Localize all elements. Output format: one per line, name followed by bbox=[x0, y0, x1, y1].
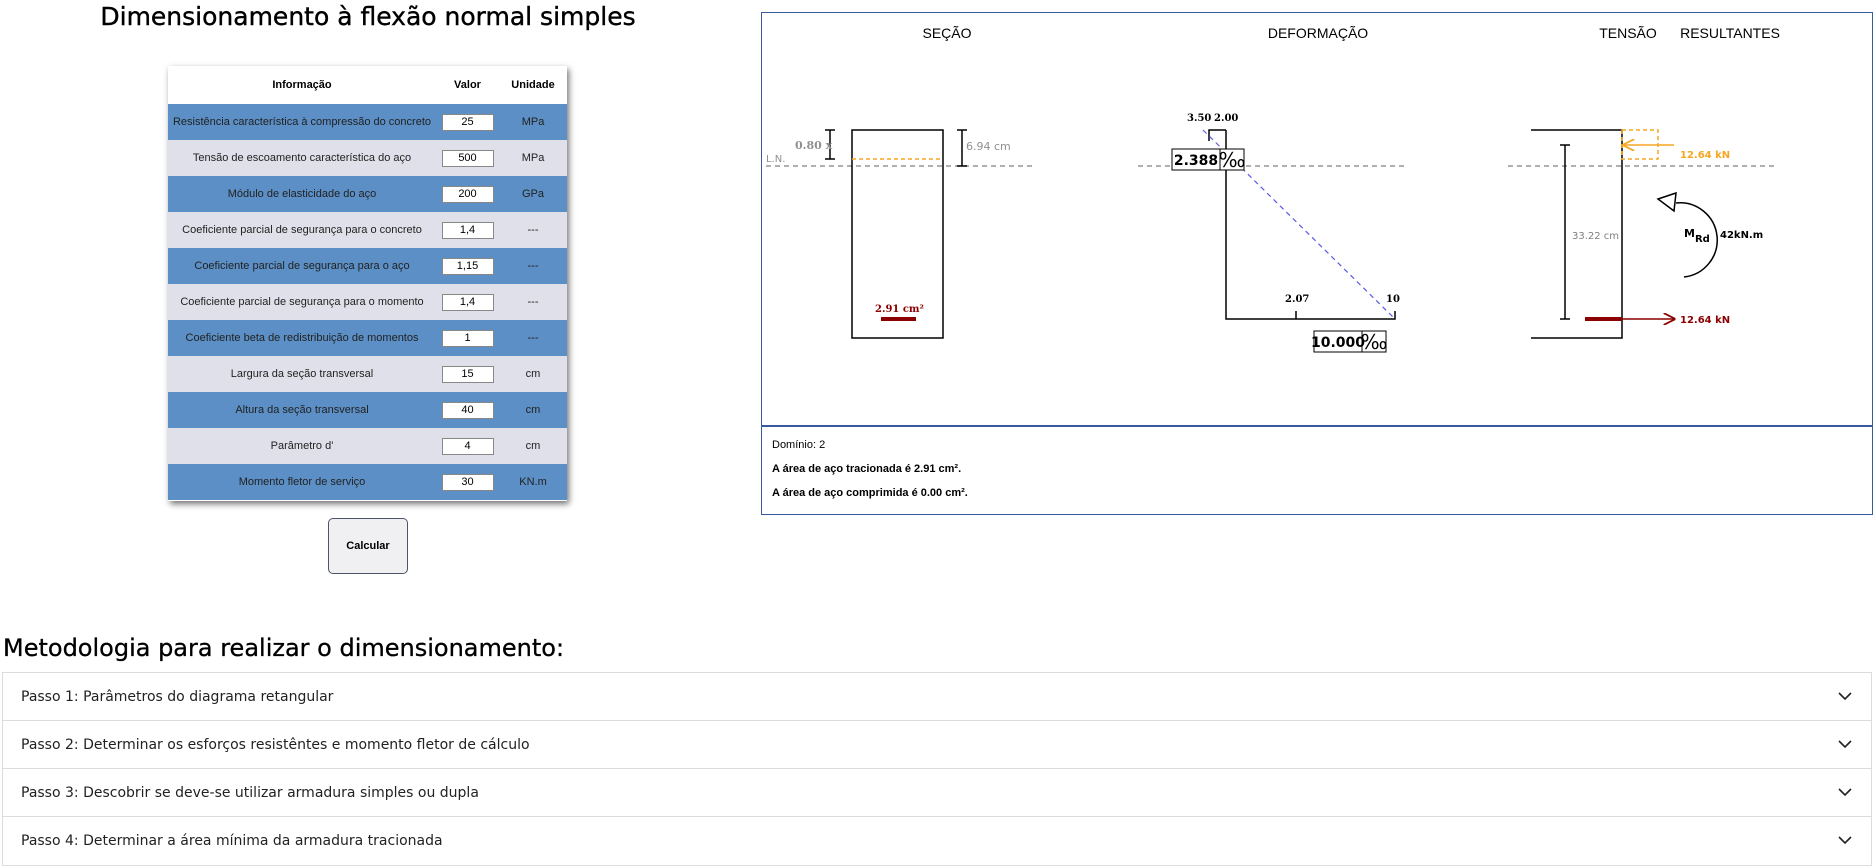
beta-input[interactable] bbox=[441, 329, 494, 347]
dominio-text: Domínio: 2 bbox=[772, 439, 826, 451]
row-label: Parâmetro d' bbox=[168, 428, 436, 464]
diagram-panel: SEÇÃO DEFORMAÇÃO TENSÃO RESULTANTES 0.80… bbox=[761, 12, 1873, 515]
table-row: Resistência característica à compressão … bbox=[168, 104, 567, 140]
accordion-label: Passo 3: Descobrir se deve-se utilizar a… bbox=[21, 785, 479, 801]
strain-top-left: 3.50 bbox=[1187, 113, 1211, 124]
width-input[interactable] bbox=[441, 365, 494, 383]
accordion-label: Passo 2: Determinar os esforços resistên… bbox=[21, 737, 530, 753]
row-unit: --- bbox=[499, 320, 567, 356]
strain-bottom-right: 10 bbox=[1386, 294, 1400, 305]
accordion-label: Passo 1: Parâmetros do diagrama retangul… bbox=[21, 689, 334, 705]
ln-label: L.N. bbox=[766, 154, 785, 165]
accordion-step-3[interactable]: Passo 3: Descobrir se deve-se utilizar a… bbox=[3, 769, 1871, 817]
strain-box-bottom-unit: ‰ bbox=[1361, 330, 1388, 354]
tensao-diagram: 33.22 cm 12.64 kN 12.64 kN MRd 42kN.m bbox=[1508, 129, 1774, 339]
force-bottom-label: 12.64 kN bbox=[1680, 315, 1730, 326]
deformacao-diagram: 3.50 2.00 2.07 10 2.388 ‰ 10.000 ‰ bbox=[1138, 113, 1407, 354]
accordion-step-4[interactable]: Passo 4: Determinar a área mínima da arm… bbox=[3, 817, 1871, 865]
es-input[interactable] bbox=[441, 185, 494, 203]
row-unit: KN.m bbox=[499, 464, 567, 500]
chevron-down-icon bbox=[1838, 692, 1852, 701]
row-unit: cm bbox=[499, 428, 567, 464]
row-label: Coeficiente parcial de segurança para o … bbox=[168, 212, 436, 248]
table-row: Momento fletor de serviço KN.m bbox=[168, 464, 567, 500]
strain-top-right: 2.00 bbox=[1214, 113, 1238, 124]
table-row: Largura da seção transversal cm bbox=[168, 356, 567, 392]
row-unit: MPa bbox=[499, 104, 567, 140]
chevron-down-icon bbox=[1838, 836, 1852, 845]
force-top-label: 12.64 kN bbox=[1680, 150, 1730, 161]
row-label: Momento fletor de serviço bbox=[168, 464, 436, 500]
header-valor: Valor bbox=[454, 79, 481, 91]
moment-value: 42kN.m bbox=[1720, 230, 1763, 241]
strain-bottom-left: 2.07 bbox=[1285, 294, 1309, 305]
table-row: Coeficiente beta de redistribuição de mo… bbox=[168, 320, 567, 356]
row-unit: --- bbox=[499, 212, 567, 248]
gamma-s-input[interactable] bbox=[441, 257, 494, 275]
row-label: Largura da seção transversal bbox=[168, 356, 436, 392]
methodology-accordion: Passo 1: Parâmetros do diagrama retangul… bbox=[2, 672, 1872, 866]
title-secao: SEÇÃO bbox=[922, 25, 971, 41]
moment-label: MRd bbox=[1684, 227, 1710, 245]
strain-box-top-unit: ‰ bbox=[1219, 148, 1246, 172]
chevron-down-icon bbox=[1838, 788, 1852, 797]
input-table: Informação Valor Unidade Resistência car… bbox=[168, 66, 567, 501]
title-resultantes: RESULTANTES bbox=[1680, 25, 1780, 41]
table-row: Altura da seção transversal cm bbox=[168, 392, 567, 428]
calcular-button[interactable]: Calcular bbox=[328, 518, 408, 574]
tension-area-text: A área de aço tracionada é 2.91 cm². bbox=[772, 463, 962, 475]
header-informacao: Informação bbox=[272, 79, 332, 91]
table-row: Tensão de escoamento característica do a… bbox=[168, 140, 567, 176]
height-input[interactable] bbox=[441, 401, 494, 419]
row-label: Coeficiente beta de redistribuição de mo… bbox=[168, 320, 436, 356]
gamma-m-input[interactable] bbox=[441, 293, 494, 311]
moment-input[interactable] bbox=[441, 473, 494, 491]
row-label: Tensão de escoamento característica do a… bbox=[168, 140, 436, 176]
compression-area-text: A área de aço comprimida é 0.00 cm². bbox=[772, 487, 968, 499]
accordion-step-1[interactable]: Passo 1: Parâmetros do diagrama retangul… bbox=[3, 673, 1871, 721]
row-unit: --- bbox=[499, 284, 567, 320]
table-row: Parâmetro d' cm bbox=[168, 428, 567, 464]
strain-box-top-value: 2.388 bbox=[1174, 153, 1218, 169]
row-label: Altura da seção transversal bbox=[168, 392, 436, 428]
d-prime-input[interactable] bbox=[441, 437, 494, 455]
accordion-label: Passo 4: Determinar a área mínima da arm… bbox=[21, 833, 443, 849]
accordion-step-2[interactable]: Passo 2: Determinar os esforços resistên… bbox=[3, 721, 1871, 769]
page-title: Dimensionamento à flexão normal simples bbox=[100, 2, 636, 31]
row-label: Coeficiente parcial de segurança para o … bbox=[168, 248, 436, 284]
lever-arm-label: 33.22 cm bbox=[1572, 231, 1619, 242]
x-label: 0.80 x bbox=[795, 139, 833, 152]
strain-box-bottom-value: 10.000 bbox=[1311, 335, 1365, 351]
secao-diagram: 0.80 x L.N. 6.94 cm 2.91 cm² bbox=[766, 129, 1032, 339]
moment-symbol: M bbox=[1684, 227, 1695, 240]
moment-subscript: Rd bbox=[1695, 234, 1710, 245]
area-label: 2.91 cm² bbox=[875, 304, 924, 315]
row-unit: GPa bbox=[499, 176, 567, 212]
gamma-c-input[interactable] bbox=[441, 221, 494, 239]
row-label: Coeficiente parcial de segurança para o … bbox=[168, 284, 436, 320]
table-row: Coeficiente parcial de segurança para o … bbox=[168, 248, 567, 284]
row-unit: cm bbox=[499, 392, 567, 428]
title-tensao: TENSÃO bbox=[1599, 25, 1657, 41]
table-row: Coeficiente parcial de segurança para o … bbox=[168, 284, 567, 320]
row-unit: cm bbox=[499, 356, 567, 392]
results-box: Domínio: 2 A área de aço tracionada é 2.… bbox=[762, 425, 1872, 516]
dim-label: 6.94 cm bbox=[966, 140, 1011, 153]
diagram-svg: SEÇÃO DEFORMAÇÃO TENSÃO RESULTANTES 0.80… bbox=[766, 25, 1780, 354]
chevron-down-icon bbox=[1838, 740, 1852, 749]
header-unidade: Unidade bbox=[511, 79, 555, 91]
title-deformacao: DEFORMAÇÃO bbox=[1268, 25, 1368, 41]
methodology-heading: Metodologia para realizar o dimensioname… bbox=[3, 634, 565, 662]
fck-input[interactable] bbox=[441, 113, 494, 131]
row-label: Resistência característica à compressão … bbox=[168, 104, 436, 140]
table-row: Coeficiente parcial de segurança para o … bbox=[168, 212, 567, 248]
row-unit: --- bbox=[499, 248, 567, 284]
row-label: Módulo de elasticidade do aço bbox=[168, 176, 436, 212]
row-unit: MPa bbox=[499, 140, 567, 176]
table-row: Módulo de elasticidade do aço GPa bbox=[168, 176, 567, 212]
fyk-input[interactable] bbox=[441, 149, 494, 167]
